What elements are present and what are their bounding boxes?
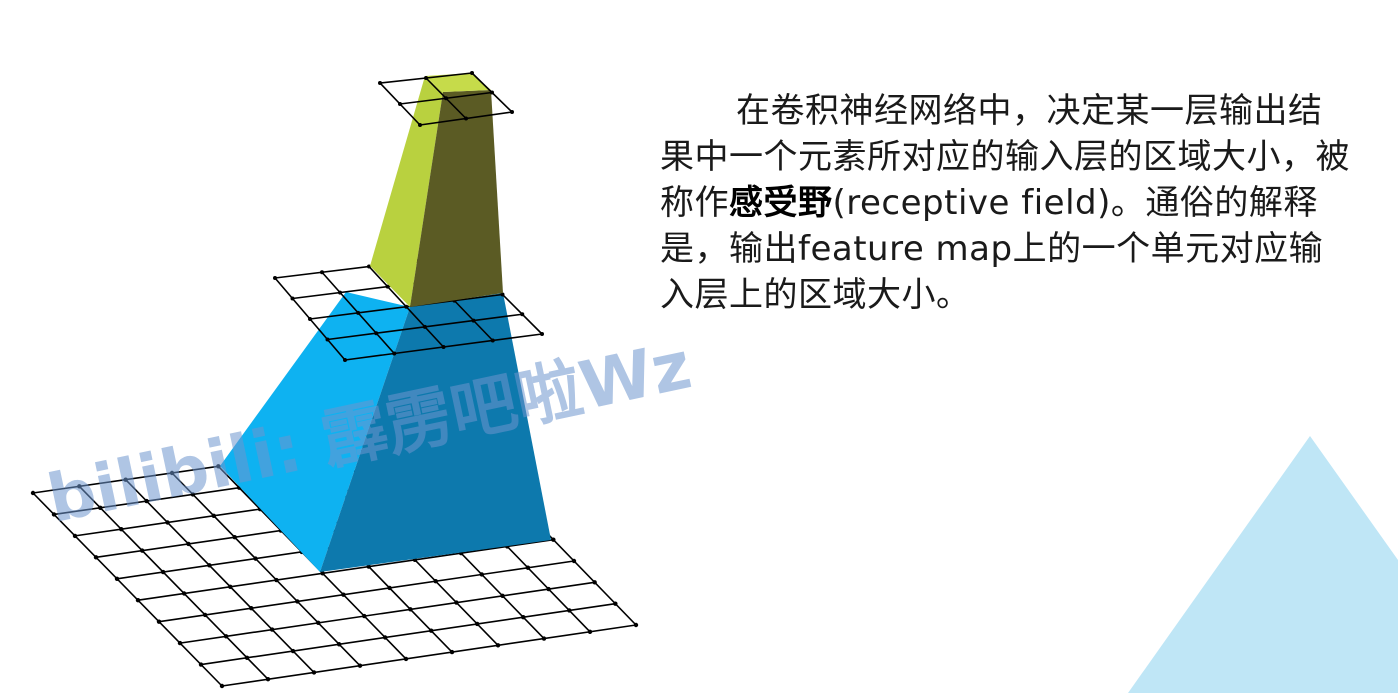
grid-node bbox=[140, 548, 145, 553]
grid-node bbox=[186, 541, 191, 547]
grid-node bbox=[93, 555, 99, 560]
grid-node bbox=[356, 310, 361, 315]
grid-node bbox=[490, 338, 495, 343]
grid-node bbox=[198, 662, 204, 667]
grid-node bbox=[424, 76, 428, 80]
grid-node bbox=[540, 332, 544, 336]
grid-node bbox=[475, 621, 480, 627]
grid-node bbox=[546, 586, 551, 592]
grid-node bbox=[325, 337, 330, 342]
grid-node bbox=[265, 677, 271, 682]
grid-node bbox=[135, 598, 141, 603]
grid-node bbox=[479, 572, 484, 577]
grid-node bbox=[181, 591, 187, 596]
grid-node bbox=[382, 635, 388, 640]
grid-node bbox=[207, 563, 212, 568]
grid-node bbox=[338, 290, 343, 295]
grid-node bbox=[343, 358, 347, 362]
grid-node bbox=[633, 622, 639, 628]
grid-node bbox=[613, 601, 618, 606]
grid-line bbox=[158, 560, 575, 623]
grid-node bbox=[470, 71, 474, 75]
grid-node bbox=[114, 576, 120, 581]
grid-node bbox=[357, 663, 363, 668]
grid-node bbox=[433, 579, 438, 584]
grid-node bbox=[219, 683, 225, 689]
grid-node bbox=[449, 649, 455, 655]
receptive-field-description: 在卷积神经网络中，决定某一层输出结果中一个元素所对应的输入层的区域大小，被称作感… bbox=[660, 88, 1350, 318]
grid-node bbox=[387, 585, 392, 591]
grid-node bbox=[392, 351, 397, 356]
grid-node bbox=[274, 577, 279, 583]
grid-line bbox=[221, 624, 637, 687]
grid-node bbox=[454, 600, 459, 605]
grid-node bbox=[520, 312, 525, 317]
grid-node bbox=[253, 556, 258, 561]
grid-node bbox=[165, 520, 170, 525]
grid-node bbox=[398, 102, 402, 106]
grid-node bbox=[444, 96, 448, 101]
grid-node bbox=[228, 584, 233, 589]
grid-node bbox=[290, 296, 295, 301]
grid-line bbox=[179, 581, 595, 644]
grid-node bbox=[30, 490, 36, 496]
grid-node bbox=[464, 116, 468, 121]
grid-node bbox=[408, 607, 413, 612]
grid-node bbox=[341, 592, 346, 597]
grid-node bbox=[403, 656, 409, 662]
grid-node bbox=[249, 605, 254, 611]
grid-node bbox=[378, 81, 382, 85]
grid-node bbox=[422, 324, 427, 329]
grid-node bbox=[211, 513, 216, 519]
grid-node bbox=[428, 628, 434, 633]
grid-line bbox=[200, 602, 616, 666]
term-receptive-field: 感受野 bbox=[729, 183, 833, 223]
grid-node bbox=[316, 620, 321, 626]
grid-node bbox=[308, 317, 312, 321]
grid-node bbox=[441, 345, 446, 349]
grid-node bbox=[510, 110, 514, 114]
decorative-triangle bbox=[1128, 436, 1398, 693]
grid-node bbox=[521, 614, 526, 620]
grid-node bbox=[336, 642, 342, 647]
grid-node bbox=[592, 580, 597, 585]
grid-node bbox=[567, 608, 572, 613]
grid-node bbox=[311, 670, 317, 675]
grid-node bbox=[571, 558, 577, 564]
grid-node bbox=[295, 599, 300, 604]
grid-node bbox=[320, 270, 324, 275]
grid-node bbox=[156, 619, 162, 624]
grid-node bbox=[160, 569, 166, 575]
grid-node bbox=[495, 643, 501, 648]
grid-node bbox=[500, 593, 505, 599]
grid-node bbox=[273, 276, 277, 280]
grid-node bbox=[541, 636, 547, 641]
grid-node bbox=[362, 613, 367, 619]
grid-node bbox=[471, 318, 476, 323]
grid-node bbox=[374, 331, 379, 336]
grid-node bbox=[418, 123, 422, 127]
grid-node bbox=[244, 655, 250, 660]
grid-node bbox=[232, 535, 237, 540]
green-frustum bbox=[370, 73, 503, 307]
grid-node bbox=[404, 304, 409, 309]
grid-node bbox=[525, 565, 531, 570]
grid-node bbox=[223, 634, 229, 639]
grid-node bbox=[177, 640, 183, 646]
grid-node bbox=[551, 537, 556, 542]
grid-node bbox=[290, 648, 296, 654]
grid-node bbox=[587, 629, 593, 634]
grid-node bbox=[269, 627, 275, 632]
grid-node bbox=[202, 612, 208, 618]
grid-node bbox=[490, 90, 494, 95]
